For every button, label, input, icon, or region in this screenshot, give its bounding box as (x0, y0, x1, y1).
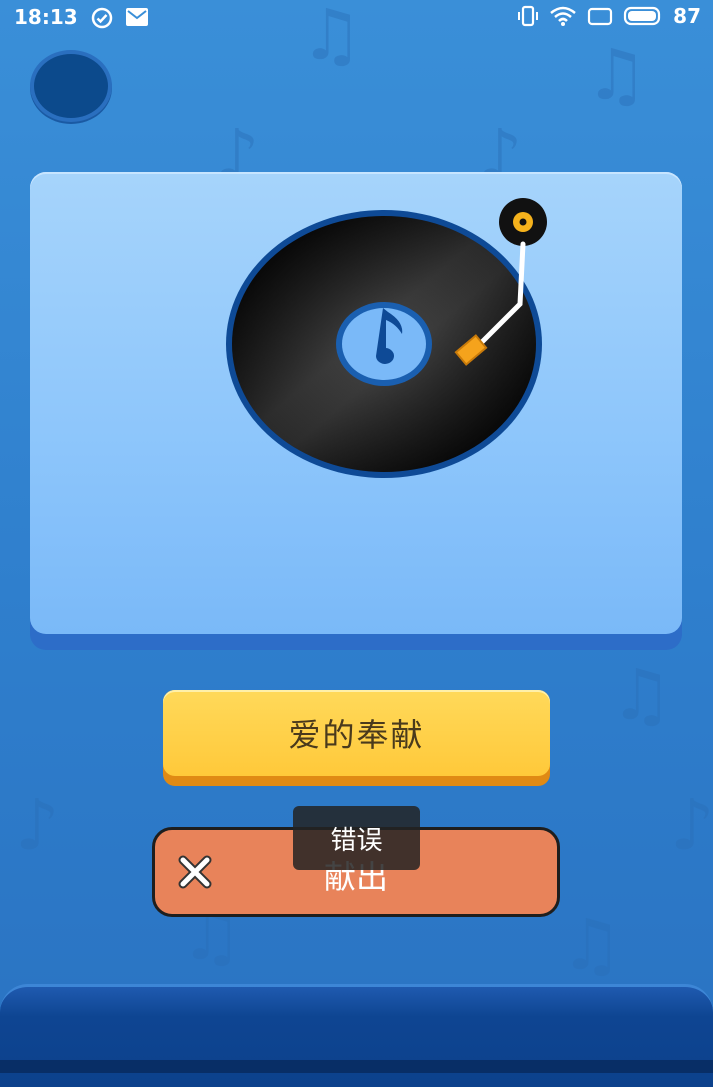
music-card-panel (30, 172, 682, 634)
background-note-icon: ♫ (610, 654, 673, 736)
status-time: 18:13 (14, 5, 78, 29)
check-circle-icon (91, 7, 113, 29)
background-note-icon: ♫ (585, 34, 648, 116)
battery-level: 87 (673, 4, 701, 28)
error-toast: 错误 (293, 806, 420, 870)
vibrate-icon (518, 5, 539, 27)
background-note-icon: ♫ (560, 904, 623, 986)
status-system-icons: 87 (517, 4, 701, 28)
screen-icon (588, 7, 613, 26)
mail-icon (126, 8, 148, 26)
music-card (30, 172, 682, 650)
wifi-icon (550, 6, 576, 26)
vinyl-record-turntable-icon (226, 198, 547, 478)
error-toast-text: 错误 (330, 825, 383, 856)
status-notification-icons (90, 6, 150, 30)
background-note-icon: ♪ (670, 784, 713, 866)
answer-option-button[interactable]: 爱的奉献 (163, 690, 550, 786)
battery-icon (624, 6, 661, 26)
avatar[interactable] (30, 50, 112, 122)
status-bar: 18:13 87 (0, 0, 713, 34)
bottom-panel-strip (0, 1060, 713, 1073)
answer-option-label: 爱的奉献 (288, 716, 425, 754)
answer-option-face[interactable]: 爱的奉献 (163, 690, 550, 776)
background-note-icon: ♪ (15, 784, 60, 866)
